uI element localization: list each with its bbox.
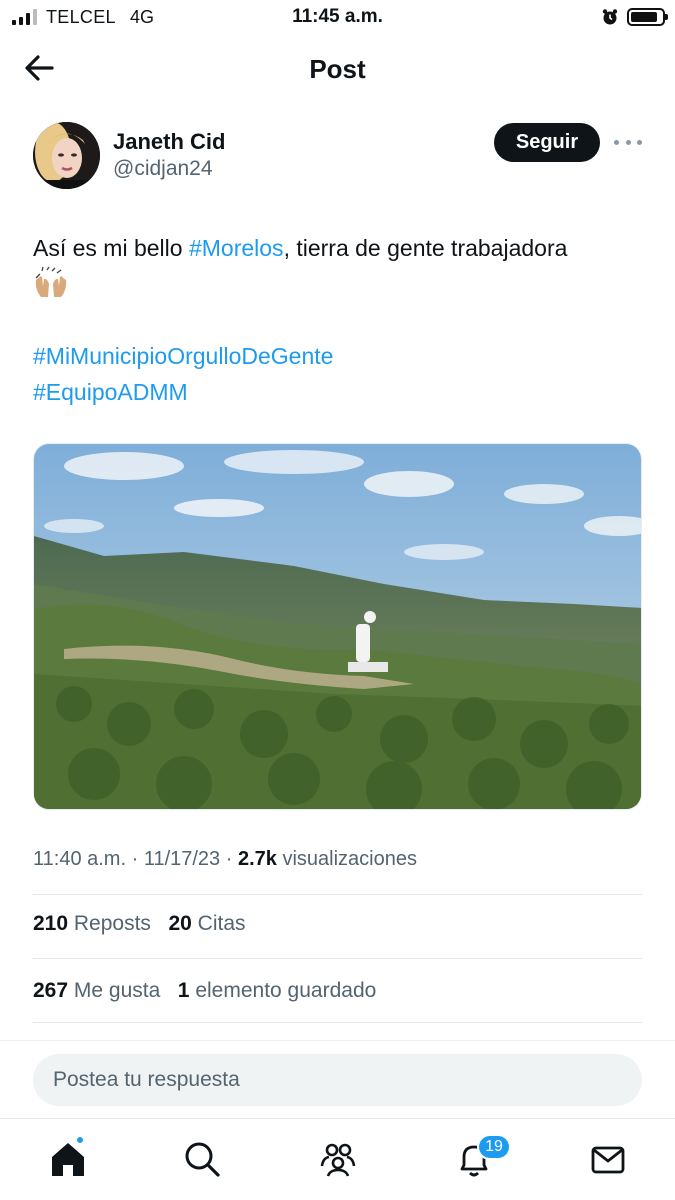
notifications-badge: 19 — [477, 1134, 511, 1160]
divider — [33, 958, 642, 959]
meta-separator: · — [126, 848, 144, 870]
home-icon[interactable] — [48, 1139, 88, 1179]
hashtag-equipoadmm[interactable]: #EquipoADMM — [33, 374, 648, 410]
follow-button[interactable]: Seguir — [494, 123, 600, 162]
likes-count: 267 — [33, 979, 69, 1002]
status-bar: TELCEL 4G 11:45 a.m. — [0, 0, 675, 34]
likes-link[interactable]: 267 Me gusta — [33, 979, 160, 1002]
author-handle[interactable]: @cidjan24 — [113, 157, 213, 181]
alarm-icon — [602, 9, 618, 25]
reposts-count: 210 — [33, 912, 69, 935]
hashtag-mimunicipio[interactable]: #MiMunicipioOrgulloDeGente — [33, 338, 648, 374]
meta-separator-2: · — [220, 848, 238, 870]
views-label: visualizaciones — [282, 848, 417, 870]
post-media-image[interactable] — [33, 443, 642, 810]
tweet-text-rest: , tierra de gente trabajadora — [283, 235, 568, 261]
search-icon[interactable] — [182, 1139, 222, 1179]
reply-bar-border — [0, 1040, 675, 1041]
post-time[interactable]: 11:40 a.m. — [33, 848, 126, 870]
bookmarks-count: 1 — [177, 979, 190, 1002]
quotes-label: Citas — [197, 912, 246, 935]
messages-icon[interactable] — [588, 1139, 628, 1179]
bookmarks-label: elemento guardado — [195, 979, 377, 1002]
bookmarks-link[interactable]: 1 elemento guardado — [178, 979, 377, 1002]
hashtag-morelos[interactable]: #Morelos — [189, 235, 284, 261]
status-time: 11:45 a.m. — [292, 6, 383, 27]
tweet-text-start: Así es mi bello — [33, 235, 189, 261]
home-unread-dot — [75, 1135, 85, 1145]
post-screen: TELCEL 4G 11:45 a.m. Post Janeth Cid @ci… — [0, 0, 675, 1200]
reposts-label: Reposts — [73, 912, 151, 935]
quotes-link[interactable]: 20 Citas — [168, 912, 245, 935]
likes-label: Me gusta — [73, 979, 161, 1002]
battery-icon — [627, 8, 668, 26]
like-stats: 267 Me gusta 1 elemento guardado — [33, 979, 376, 1003]
reply-input[interactable] — [33, 1054, 642, 1106]
raising-hands-emoji-icon — [33, 266, 648, 302]
page-title: Post — [309, 54, 366, 84]
more-options-icon[interactable] — [614, 131, 642, 153]
author-name[interactable]: Janeth Cid — [113, 129, 225, 155]
post-meta: 11:40 a.m. · 11/17/23 · 2.7k visualizaci… — [33, 848, 417, 871]
bottom-tab-bar — [0, 1118, 675, 1200]
reposts-link[interactable]: 210 Reposts — [33, 912, 151, 935]
quotes-count: 20 — [168, 912, 192, 935]
divider — [33, 894, 642, 895]
tweet-text: Así es mi bello #Morelos, tierra de gent… — [33, 230, 648, 410]
divider — [33, 1022, 642, 1023]
post-date[interactable]: 11/17/23 — [144, 848, 220, 870]
views-count: 2.7k — [237, 848, 277, 870]
communities-icon[interactable] — [318, 1139, 358, 1179]
repost-stats: 210 Reposts 20 Citas — [33, 912, 246, 936]
avatar[interactable] — [33, 122, 100, 189]
